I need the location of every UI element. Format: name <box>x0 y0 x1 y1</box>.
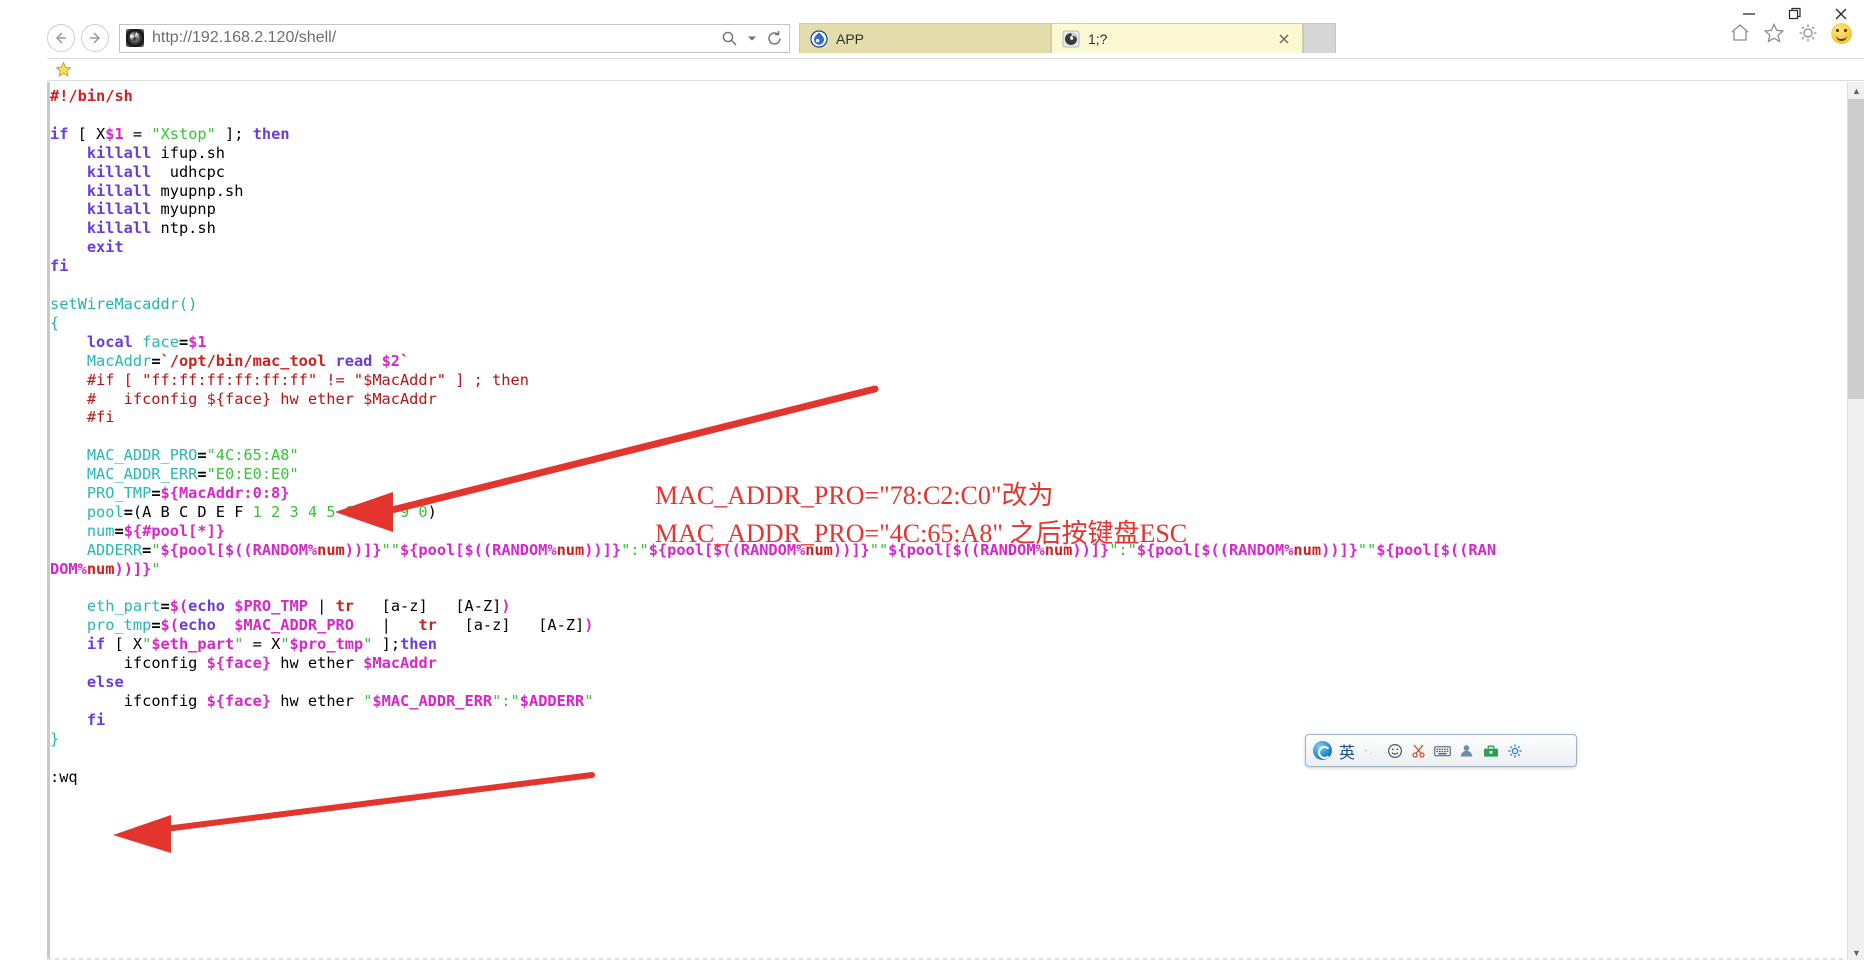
settings-gear-icon[interactable] <box>1506 742 1523 759</box>
tab-shell-label: 1;? <box>1088 30 1108 47</box>
tab-app[interactable]: APP <box>799 23 1051 53</box>
tab-shell[interactable]: 1;? <box>1051 23 1303 53</box>
scrollbar-thumb[interactable] <box>1848 99 1864 399</box>
address-bar[interactable]: http://192.168.2.120/shell/ <box>119 23 790 53</box>
nav-buttons <box>47 24 109 52</box>
page-favicon-icon <box>126 29 144 47</box>
bookmark-bar <box>47 59 1864 81</box>
navigation-bar: http://192.168.2.120/shell/ APP 1;? <box>47 18 1864 58</box>
forward-button[interactable] <box>81 24 109 52</box>
svg-text:.: . <box>1370 749 1372 756</box>
browser-window: http://192.168.2.120/shell/ APP 1;? #!/b… <box>0 0 1864 960</box>
scroll-down-arrow-icon[interactable]: ▼ <box>1848 944 1864 960</box>
emoji-icon[interactable] <box>1386 742 1403 759</box>
user-icon[interactable] <box>1458 742 1475 759</box>
ime-mode-label[interactable]: 英 <box>1339 739 1355 763</box>
sogou-logo-icon[interactable] <box>1313 741 1332 760</box>
scissors-icon[interactable] <box>1410 742 1427 759</box>
scroll-up-arrow-icon[interactable]: ▲ <box>1848 82 1864 99</box>
url-text: http://192.168.2.120/shell/ <box>152 29 337 46</box>
shell-tab-icon <box>1062 30 1080 48</box>
shell-script-source: #!/bin/sh if [ X$1 = "Xstop" ]; then kil… <box>50 87 1497 786</box>
annotation-line-1: MAC_ADDR_PRO="78:C2:C0"改为 <box>655 481 1054 510</box>
tab-close-icon[interactable] <box>1276 31 1292 47</box>
bookmark-star-icon[interactable] <box>55 61 72 78</box>
search-icon[interactable] <box>721 30 738 47</box>
browser-toolbar-icons <box>1729 22 1852 44</box>
address-bar-actions <box>721 25 783 52</box>
page-viewport: #!/bin/sh if [ X$1 = "Xstop" ]; then kil… <box>47 82 1864 960</box>
annotation-line-2: MAC_ADDR_PRO="4C:65:A8" 之后按键盘ESC <box>655 519 1188 548</box>
chevron-down-icon[interactable] <box>747 33 757 43</box>
home-icon[interactable] <box>1729 22 1751 44</box>
content-frame: #!/bin/sh if [ X$1 = "Xstop" ]; then kil… <box>47 58 1864 960</box>
app-tab-icon <box>810 29 828 48</box>
gear-icon[interactable] <box>1797 22 1819 44</box>
tab-strip: APP 1;? <box>799 23 1336 53</box>
ime-toolbar[interactable]: 英 , . <box>1305 734 1577 767</box>
refresh-icon[interactable] <box>766 30 783 47</box>
svg-text:,: , <box>1365 746 1367 753</box>
tab-app-label: APP <box>836 30 865 47</box>
vertical-scrollbar[interactable]: ▲ ▼ <box>1847 82 1864 960</box>
new-tab-button[interactable] <box>1303 23 1336 53</box>
favorites-star-icon[interactable] <box>1763 22 1785 44</box>
toolbox-icon[interactable] <box>1482 742 1499 759</box>
keyboard-icon[interactable] <box>1434 742 1451 759</box>
input-mode-icon[interactable]: , . <box>1362 742 1379 759</box>
back-button[interactable] <box>47 24 75 52</box>
smiley-feedback-icon[interactable] <box>1831 22 1852 44</box>
